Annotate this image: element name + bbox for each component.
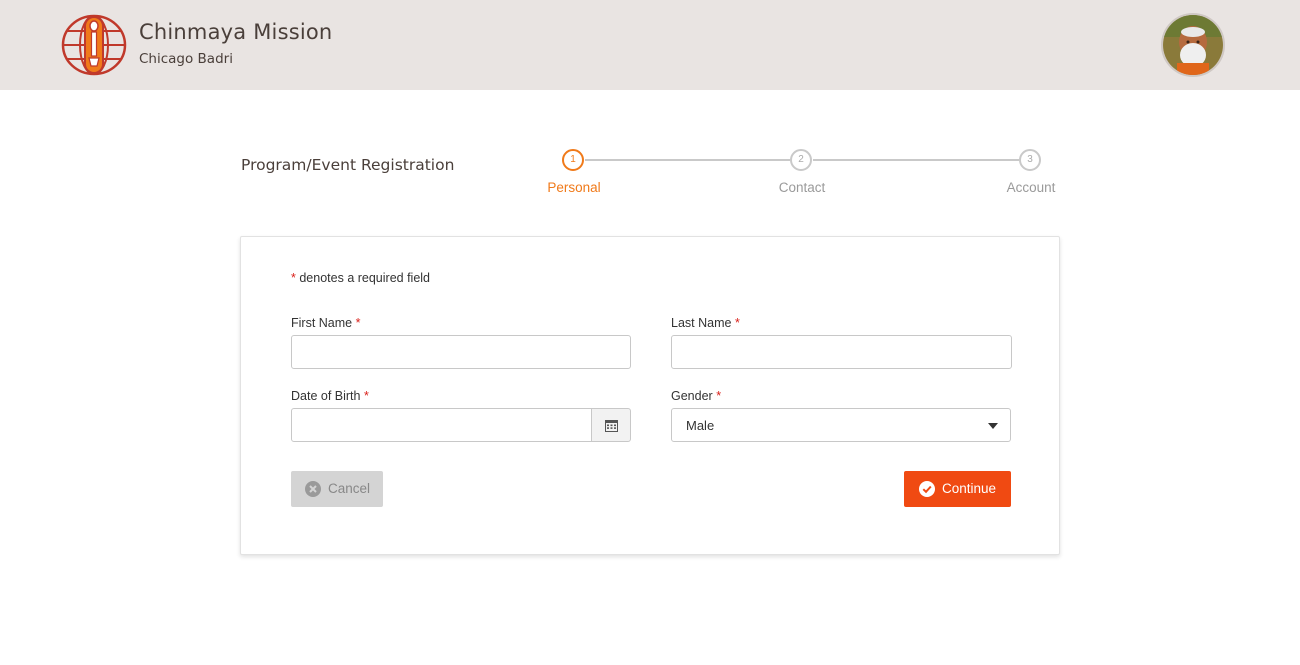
required-asterisk: * [291,271,296,285]
cancel-button[interactable]: Cancel [291,471,383,507]
calendar-icon [605,420,618,432]
step-2-indicator[interactable]: 2 [790,149,812,171]
chapter-name: Chicago Badri [139,51,233,67]
gender-selected-value: Male [686,418,715,433]
first-name-label-text: First Name [291,316,353,330]
step-1-label: Personal [547,180,601,195]
registration-form-card: * denotes a required field First Name * … [240,236,1060,555]
step-3-indicator[interactable]: 3 [1019,149,1041,171]
cancel-label: Cancel [328,481,371,496]
chinmaya-logo[interactable] [61,14,127,76]
gender-label: Gender * [671,389,721,403]
check-circle-icon [919,481,935,497]
step-3-label: Account [1006,180,1056,195]
required-asterisk: * [734,316,740,330]
last-name-input[interactable] [671,335,1012,369]
cancel-circle-icon [305,481,321,497]
required-asterisk: * [716,389,722,403]
step-1-indicator[interactable]: 1 [562,149,584,171]
last-name-label-text: Last Name [671,316,732,330]
step-connector [585,159,790,161]
required-asterisk: * [363,389,369,403]
dob-label: Date of Birth * [291,389,369,403]
first-name-label: First Name * [291,316,360,330]
org-name: Chinmaya Mission [139,20,333,44]
profile-avatar[interactable] [1161,13,1225,77]
gender-select[interactable]: Male [671,408,1011,442]
gender-label-text: Gender [671,389,713,403]
step-connector [813,159,1019,161]
dob-label-text: Date of Birth [291,389,361,403]
required-note-text: denotes a required field [299,271,431,285]
registration-stepper: 1 2 3 Personal Contact Account [540,147,1060,197]
caret-down-icon [988,423,998,429]
first-name-input[interactable] [291,335,631,369]
continue-button[interactable]: Continue [904,471,1011,507]
page-title: Program/Event Registration [241,156,455,174]
last-name-label: Last Name * [671,316,740,330]
dob-input[interactable] [291,408,593,442]
required-asterisk: * [355,316,361,330]
continue-label: Continue [942,481,997,496]
step-2-label: Contact [778,180,826,195]
app-header: Chinmaya Mission Chicago Badri [0,0,1300,90]
calendar-button[interactable] [591,408,631,442]
required-field-note: * denotes a required field [291,271,430,285]
